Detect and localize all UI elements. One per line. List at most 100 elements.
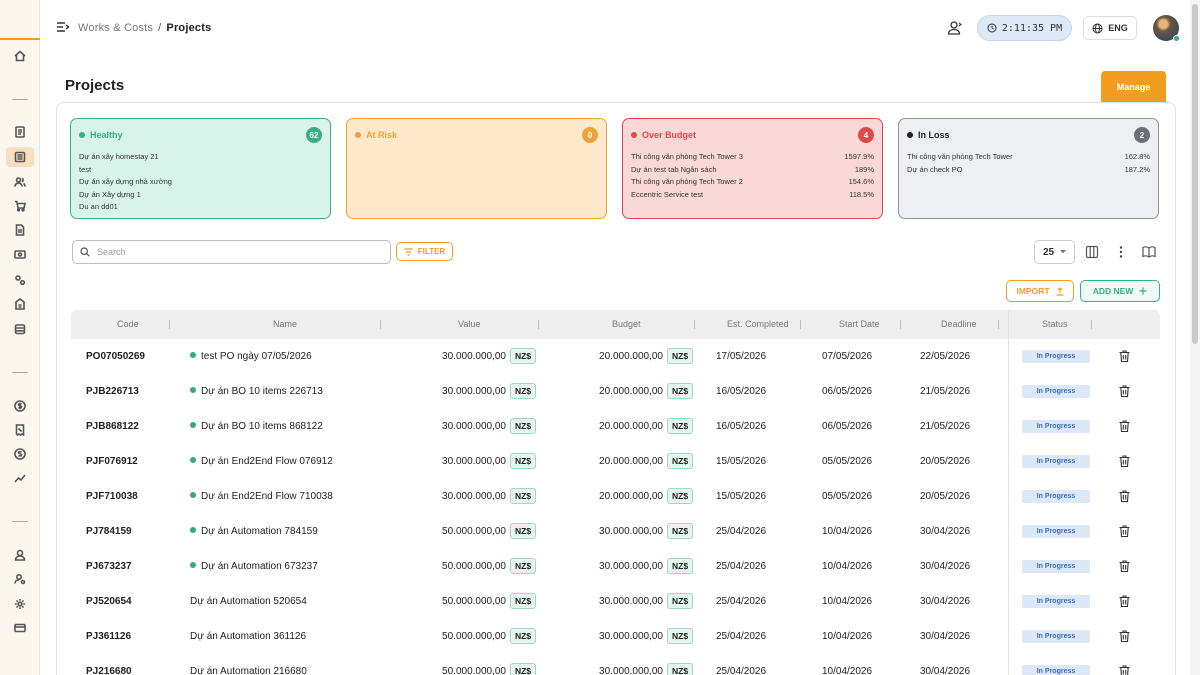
column-header-start-date[interactable]: Start Date bbox=[839, 310, 880, 339]
filter-button[interactable]: FILTER bbox=[396, 242, 453, 261]
scrollbar-thumb[interactable] bbox=[1192, 4, 1198, 344]
trend-icon[interactable] bbox=[10, 468, 30, 488]
columns-icon[interactable] bbox=[1085, 245, 1099, 259]
avatar[interactable] bbox=[1153, 15, 1180, 42]
user-settings-icon[interactable] bbox=[10, 569, 30, 589]
table-row[interactable]: PJ673237 Dự án Automation 673237 50.000.00… bbox=[71, 549, 1160, 584]
delete-trash-icon[interactable] bbox=[1119, 385, 1130, 397]
table-row[interactable]: PJ784159 Dự án Automation 784159 50.000.00… bbox=[71, 514, 1160, 549]
receipt-icon[interactable] bbox=[10, 420, 30, 440]
column-separator[interactable] bbox=[169, 320, 170, 329]
cell-name[interactable]: Dự án Automation 216680 bbox=[190, 654, 307, 675]
card-over-budget[interactable]: Over Budget 4 Thi công văn phòng Tech To… bbox=[622, 118, 883, 219]
cell-name[interactable]: test PO ngày 07/05/2026 bbox=[190, 339, 312, 374]
cell-name[interactable]: Dự án BO 10 items 226713 bbox=[190, 374, 323, 409]
dollar-icon[interactable] bbox=[10, 396, 30, 416]
building-icon[interactable] bbox=[10, 294, 30, 314]
menu-toggle-icon[interactable] bbox=[56, 20, 70, 34]
delete-trash-icon[interactable] bbox=[1119, 630, 1130, 642]
card-item-name: test bbox=[79, 164, 92, 174]
column-header-est-completed[interactable]: Est. Completed bbox=[727, 310, 789, 339]
add-new-button[interactable]: ADD NEW bbox=[1080, 280, 1160, 302]
user-icon[interactable] bbox=[10, 545, 30, 565]
delete-trash-icon[interactable] bbox=[1119, 455, 1130, 467]
column-separator[interactable] bbox=[998, 320, 999, 329]
gears-icon[interactable] bbox=[10, 270, 30, 290]
cell-name[interactable]: Dự án End2End Flow 076912 bbox=[190, 444, 333, 479]
column-header-budget[interactable]: Budget bbox=[612, 310, 641, 339]
users-icon[interactable] bbox=[10, 172, 30, 192]
card-list-item[interactable]: Thi công văn phòng Tech Tower 162.8% bbox=[907, 151, 1150, 164]
sidebar-divider bbox=[12, 99, 28, 100]
column-header-status[interactable]: Status bbox=[1042, 310, 1068, 339]
delete-trash-icon[interactable] bbox=[1119, 420, 1130, 432]
column-separator[interactable] bbox=[538, 320, 539, 329]
table-row[interactable]: PJB868122 Dự án BO 10 items 868122 30.000.… bbox=[71, 409, 1160, 444]
file-icon[interactable] bbox=[10, 220, 30, 240]
card-list-item[interactable]: Thi công văn phòng Tech Tower 3 1597.9% bbox=[631, 151, 874, 164]
more-vertical-icon[interactable] bbox=[1114, 245, 1128, 259]
column-separator[interactable] bbox=[380, 320, 381, 329]
table-row[interactable]: PJF710038 Dự án End2End Flow 710038 30.000… bbox=[71, 479, 1160, 514]
document-icon[interactable] bbox=[10, 122, 30, 142]
breadcrumb-parent[interactable]: Works & Costs bbox=[78, 22, 153, 34]
table-row[interactable]: PJ361126 Dự án Automation 361126 50.000.00… bbox=[71, 619, 1160, 654]
table-row[interactable]: PJF076912 Dự án End2End Flow 076912 30.000… bbox=[71, 444, 1160, 479]
card-list-item[interactable]: Dự án test tab Ngân sách 189% bbox=[631, 164, 874, 177]
delete-trash-icon[interactable] bbox=[1119, 350, 1130, 362]
language-selector[interactable]: ENG bbox=[1083, 16, 1137, 40]
search-box[interactable] bbox=[72, 240, 391, 264]
manage-button[interactable]: Manage bbox=[1101, 71, 1166, 102]
card-list-item[interactable]: Dự án xây dựng nhà xưởng bbox=[79, 176, 322, 189]
table-row[interactable]: PJ216680 Dự án Automation 216680 50.000.00… bbox=[71, 654, 1160, 675]
cell-name[interactable]: Dự án Automation 784159 bbox=[190, 514, 318, 549]
card-list-item[interactable]: Dự án Xây dựng 1 bbox=[79, 189, 322, 202]
column-header-name[interactable]: Name bbox=[273, 310, 297, 339]
home-icon[interactable] bbox=[10, 46, 30, 66]
page-size-select[interactable]: 25 bbox=[1034, 240, 1075, 264]
card-in-loss[interactable]: In Loss 2 Thi công văn phòng Tech Tower 1… bbox=[898, 118, 1159, 219]
card-healthy[interactable]: Healthy 62 Dự án xây homestay 21 test Dự á… bbox=[70, 118, 331, 219]
column-separator[interactable] bbox=[900, 320, 901, 329]
cell-name[interactable]: Dự án Automation 361126 bbox=[190, 619, 306, 654]
delete-trash-icon[interactable] bbox=[1119, 665, 1130, 675]
search-input[interactable] bbox=[97, 247, 377, 257]
column-header-value[interactable]: Value bbox=[458, 310, 480, 339]
book-icon[interactable] bbox=[1142, 245, 1156, 259]
column-header-deadline[interactable]: Deadline bbox=[941, 310, 977, 339]
coin-icon[interactable] bbox=[10, 444, 30, 464]
column-header-code[interactable]: Code bbox=[117, 310, 139, 339]
user-switch-icon[interactable] bbox=[947, 20, 963, 36]
column-separator[interactable] bbox=[800, 320, 801, 329]
table-row[interactable]: PJB226713 Dự án BO 10 items 226713 30.000.… bbox=[71, 374, 1160, 409]
cell-name[interactable]: Dự án Automation 673237 bbox=[190, 549, 318, 584]
currency-tag: NZ$ bbox=[667, 383, 694, 399]
delete-trash-icon[interactable] bbox=[1119, 525, 1130, 537]
card-list-item[interactable]: test bbox=[79, 164, 322, 177]
settings-icon[interactable] bbox=[10, 594, 30, 614]
list-icon[interactable] bbox=[6, 147, 34, 167]
card-icon[interactable] bbox=[10, 618, 30, 638]
card-list-item[interactable]: Eccentric Service test 118.5% bbox=[631, 189, 874, 202]
cell-name[interactable]: Dự án BO 10 items 868122 bbox=[190, 409, 323, 444]
import-button[interactable]: IMPORT bbox=[1006, 280, 1074, 302]
column-separator[interactable] bbox=[694, 320, 695, 329]
column-separator[interactable] bbox=[1091, 320, 1092, 329]
table-row[interactable]: PJ520654 Dự án Automation 520654 50.000.00… bbox=[71, 584, 1160, 619]
card-list-item[interactable]: Dự án xây homestay 21 bbox=[79, 151, 322, 164]
page-scrollbar[interactable] bbox=[1190, 0, 1200, 675]
delete-trash-icon[interactable] bbox=[1119, 560, 1130, 572]
table-row[interactable]: PO07050269 test PO ngày 07/05/2026 30.000.… bbox=[71, 339, 1160, 374]
delete-trash-icon[interactable] bbox=[1119, 490, 1130, 502]
monitor-icon[interactable] bbox=[10, 245, 30, 265]
database-icon[interactable] bbox=[10, 319, 30, 339]
cell-name[interactable]: Dự án End2End Flow 710038 bbox=[190, 479, 333, 514]
card-list-item[interactable]: Thi công văn phòng Tech Tower 2 154.6% bbox=[631, 176, 874, 189]
card-list-item[interactable]: Du an dd01 bbox=[79, 201, 322, 214]
card-title: In Loss bbox=[918, 130, 950, 140]
delete-trash-icon[interactable] bbox=[1119, 595, 1130, 607]
card-at-risk[interactable]: At Risk 0 bbox=[346, 118, 607, 219]
cell-name[interactable]: Dự án Automation 520654 bbox=[190, 584, 307, 619]
cart-icon[interactable] bbox=[10, 196, 30, 216]
card-list-item[interactable]: Dự án check PO 187.2% bbox=[907, 164, 1150, 177]
